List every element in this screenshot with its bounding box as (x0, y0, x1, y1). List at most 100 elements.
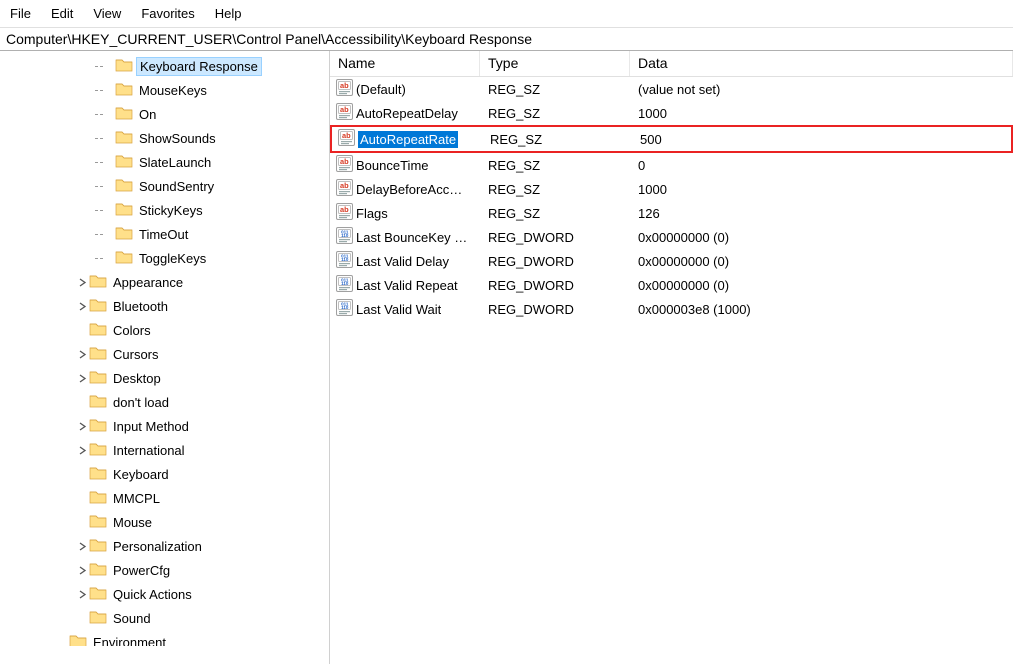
values-pane: Name Type Data (Default)REG_SZ(value not… (330, 51, 1013, 664)
tree-item[interactable]: On (0, 102, 329, 126)
folder-icon (89, 608, 110, 629)
tree-horizontal-scrollbar[interactable] (0, 646, 329, 664)
tree-item-label: TimeOut (136, 226, 191, 243)
folder-icon (89, 464, 110, 485)
tree-expander-icon[interactable] (75, 446, 89, 455)
value-name: BounceTime (356, 158, 429, 173)
value-name: AutoRepeatRate (358, 131, 458, 148)
tree-item-label: Appearance (110, 274, 186, 291)
folder-icon (89, 512, 110, 533)
tree-item-label: Keyboard (110, 466, 172, 483)
tree-item[interactable]: Colors (0, 318, 329, 342)
tree-item-label: Sound (110, 610, 154, 627)
tree-expander-icon[interactable] (75, 566, 89, 575)
menu-help[interactable]: Help (205, 4, 252, 23)
tree-item[interactable]: Keyboard Response (0, 54, 329, 78)
tree-item[interactable]: don't load (0, 390, 329, 414)
value-row[interactable]: DelayBeforeAcc…REG_SZ1000 (330, 177, 1013, 201)
tree-expander-icon[interactable] (75, 350, 89, 359)
folder-icon (115, 128, 136, 149)
tree-item[interactable]: ToggleKeys (0, 246, 329, 270)
tree-item[interactable]: Quick Actions (0, 582, 329, 606)
value-row[interactable]: Last Valid RepeatREG_DWORD0x00000000 (0) (330, 273, 1013, 297)
tree-item[interactable]: PowerCfg (0, 558, 329, 582)
value-row[interactable]: AutoRepeatRateREG_SZ500 (330, 125, 1013, 153)
tree-item[interactable]: MMCPL (0, 486, 329, 510)
value-row[interactable]: AutoRepeatDelayREG_SZ1000 (330, 101, 1013, 125)
tree-expander-icon[interactable] (75, 542, 89, 551)
tree-item[interactable]: Keyboard (0, 462, 329, 486)
value-row[interactable]: Last BounceKey …REG_DWORD0x00000000 (0) (330, 225, 1013, 249)
tree-pane: Keyboard Response MouseKeysOnShowSounds Sl… (0, 51, 330, 664)
tree-item[interactable]: International (0, 438, 329, 462)
reg-dword-icon (336, 275, 356, 295)
menu-view[interactable]: View (83, 4, 131, 23)
value-data: 0x00000000 (0) (630, 278, 1013, 293)
values-column-header[interactable]: Name Type Data (330, 51, 1013, 77)
tree-item-label: SlateLaunch (136, 154, 214, 171)
tree-item[interactable]: Environment (0, 630, 329, 646)
reg-dword-icon (336, 227, 356, 247)
column-header-data[interactable]: Data (630, 51, 1013, 76)
tree-item[interactable]: MouseKeys (0, 78, 329, 102)
tree-item[interactable]: Personalization (0, 534, 329, 558)
tree-item[interactable]: TimeOut (0, 222, 329, 246)
menu-file[interactable]: File (0, 4, 41, 23)
tree-item[interactable]: StickyKeys (0, 198, 329, 222)
tree-item[interactable]: Cursors (0, 342, 329, 366)
registry-tree[interactable]: Keyboard Response MouseKeysOnShowSounds Sl… (0, 51, 329, 646)
tree-item-label: Environment (90, 634, 169, 647)
value-row[interactable]: Last Valid DelayREG_DWORD0x00000000 (0) (330, 249, 1013, 273)
folder-icon (115, 56, 136, 77)
tree-item[interactable]: SlateLaunch (0, 150, 329, 174)
tree-expander-icon[interactable] (75, 590, 89, 599)
value-type: REG_SZ (480, 106, 630, 121)
tree-item[interactable]: Appearance (0, 270, 329, 294)
address-bar[interactable]: Computer\HKEY_CURRENT_USER\Control Panel… (0, 28, 1013, 51)
value-type: REG_DWORD (480, 230, 630, 245)
tree-expander-icon[interactable] (75, 422, 89, 431)
column-header-name[interactable]: Name (330, 51, 480, 76)
tree-item-label: SoundSentry (136, 178, 217, 195)
reg-sz-icon (338, 129, 358, 149)
folder-icon (115, 248, 136, 269)
tree-item[interactable]: ShowSounds (0, 126, 329, 150)
value-name: AutoRepeatDelay (356, 106, 458, 121)
value-row[interactable]: BounceTimeREG_SZ0 (330, 153, 1013, 177)
folder-icon (89, 488, 110, 509)
reg-sz-icon (336, 155, 356, 175)
tree-item-label: Bluetooth (110, 298, 171, 315)
tree-item-label: don't load (110, 394, 172, 411)
tree-item-label: Keyboard Response (136, 57, 262, 76)
value-type: REG_SZ (480, 158, 630, 173)
value-data: 126 (630, 206, 1013, 221)
value-row[interactable]: (Default)REG_SZ(value not set) (330, 77, 1013, 101)
tree-expander-icon[interactable] (75, 302, 89, 311)
tree-item[interactable]: Sound (0, 606, 329, 630)
folder-icon (89, 296, 110, 317)
value-name: (Default) (356, 82, 406, 97)
tree-item[interactable]: Mouse (0, 510, 329, 534)
value-data: 1000 (630, 182, 1013, 197)
value-data: 0x00000000 (0) (630, 230, 1013, 245)
menu-edit[interactable]: Edit (41, 4, 83, 23)
tree-item[interactable]: SoundSentry (0, 174, 329, 198)
value-type: REG_SZ (480, 82, 630, 97)
tree-expander-icon[interactable] (75, 278, 89, 287)
menu-favorites[interactable]: Favorites (131, 4, 204, 23)
value-row[interactable]: FlagsREG_SZ126 (330, 201, 1013, 225)
tree-item-label: MMCPL (110, 490, 163, 507)
reg-dword-icon (336, 299, 356, 319)
tree-item[interactable]: Bluetooth (0, 294, 329, 318)
tree-item[interactable]: Input Method (0, 414, 329, 438)
value-data: 500 (632, 132, 1011, 147)
folder-icon (89, 440, 110, 461)
value-row[interactable]: Last Valid WaitREG_DWORD0x000003e8 (1000… (330, 297, 1013, 321)
tree-expander-icon[interactable] (75, 374, 89, 383)
tree-item[interactable]: Desktop (0, 366, 329, 390)
folder-icon (89, 416, 110, 437)
tree-item-label: Desktop (110, 370, 164, 387)
main-area: Keyboard Response MouseKeysOnShowSounds Sl… (0, 51, 1013, 664)
value-type: REG_SZ (480, 182, 630, 197)
column-header-type[interactable]: Type (480, 51, 630, 76)
